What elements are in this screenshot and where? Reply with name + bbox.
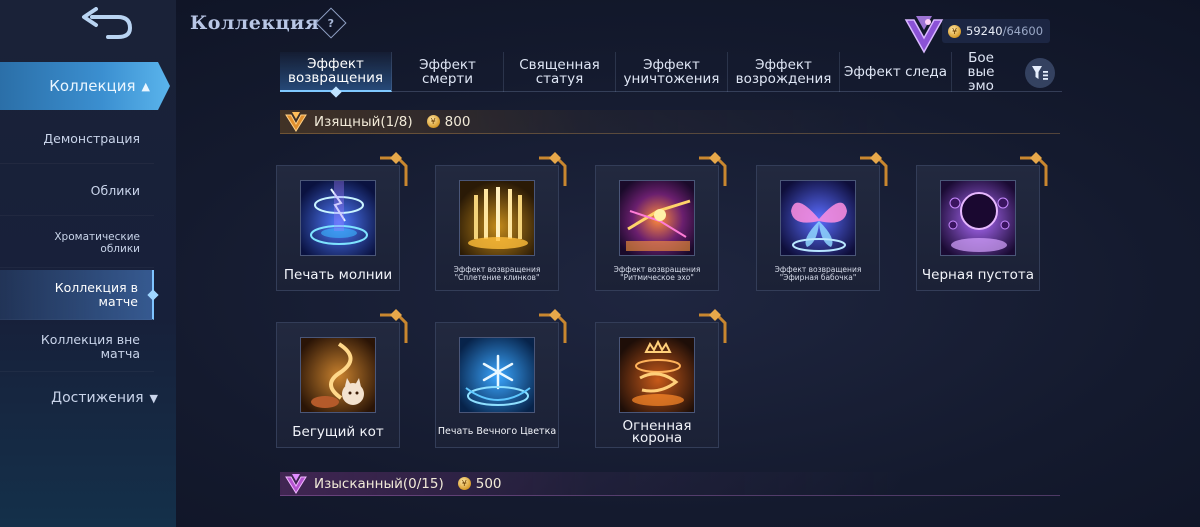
card-label: Эффект возвращения "Ритмическое эхо" (613, 264, 701, 282)
section-price: ¥ 500 (457, 475, 502, 492)
gold-corner-icon (860, 152, 888, 186)
gold-corner-icon (539, 309, 567, 343)
back-button[interactable] (72, 6, 142, 40)
coin-icon: ¥ (457, 477, 471, 490)
sidebar-item-in-match[interactable]: Коллекция в матче (0, 270, 159, 320)
coin-icon: ¥ (426, 115, 440, 128)
tab-label: Эффект смерти (419, 57, 476, 87)
filter-button[interactable] (1025, 58, 1055, 88)
sidebar-section-label: Коллекция (49, 77, 136, 95)
gold-corner-icon (539, 152, 567, 186)
sidebar-item-label: Коллекция вне матча (40, 331, 140, 361)
gold-corner-icon (380, 152, 408, 186)
sidebar-item-label: Коллекция в матче (54, 279, 138, 309)
currency-current: 59240 (966, 24, 1003, 38)
tab-death-effect[interactable]: Эффект смерти (392, 52, 504, 92)
tab-recall-effect[interactable]: Эффект возвращения (280, 52, 392, 92)
tab-label: Эффект следа (843, 64, 948, 80)
tab-respawn-effect[interactable]: Эффект возрождения (728, 52, 840, 92)
sidebar-item-out-match[interactable]: Коллекция вне матча (0, 322, 154, 372)
gold-corner-icon (699, 152, 727, 186)
running-cat-icon (300, 337, 376, 413)
currency-max: /64600 (1002, 24, 1044, 38)
gold-corner-icon (1020, 152, 1048, 186)
fire-crown-icon (619, 337, 695, 413)
effect-card[interactable]: Печать Вечного Цветка (435, 309, 567, 448)
tab-battle-emotes[interactable]: Боевые эмо (952, 52, 1008, 92)
card-label: Эффект возвращения "Сплетение клинков" (453, 264, 541, 282)
tab-label: Эффект возрождения (735, 57, 832, 87)
sidebar: Коллекция ▲ Демонстрация Облики Хроматич… (0, 0, 176, 527)
effect-card[interactable]: Черная пустота (916, 152, 1048, 291)
sidebar-item-chroma-skins[interactable]: Хроматические облики (0, 218, 154, 268)
selected-diamond-icon (147, 289, 159, 301)
purple-rank-icon (285, 473, 307, 494)
question-icon: ? (327, 16, 335, 30)
effect-card[interactable]: Эффект возвращения "Сплетение клинков" (435, 152, 567, 291)
card-label: Бегущий кот (292, 424, 384, 440)
effect-card[interactable]: Печать молнии (276, 152, 408, 291)
butterfly-icon (780, 180, 856, 256)
card-label: Печать молнии (283, 267, 393, 283)
price-value: 500 (475, 475, 502, 492)
sidebar-section-label: Достижения (51, 390, 144, 406)
section-title: Изящный(1/8) (314, 113, 413, 130)
chevron-down-icon: ▼ (149, 391, 158, 405)
sidebar-item-skins[interactable]: Облики (0, 166, 154, 216)
filter-icon (1032, 66, 1048, 80)
black-void-icon (940, 180, 1016, 256)
card-label: Черная пустота (921, 267, 1035, 283)
chevron-up-icon: ▲ (141, 79, 150, 93)
tab-sacred-statue[interactable]: Священная статуя (504, 52, 616, 92)
gold-corner-icon (380, 309, 408, 343)
sidebar-item-label: Демонстрация (43, 130, 140, 146)
section-title: Изысканный(0/15) (314, 475, 444, 492)
blades-icon (459, 180, 535, 256)
sidebar-item-label: Облики (90, 182, 140, 198)
sidebar-item-demo[interactable]: Демонстрация (0, 114, 154, 164)
effect-card[interactable]: Огненная корона (595, 309, 727, 448)
tab-label: Боевые эмо (967, 52, 995, 92)
tab-elimination-effect[interactable]: Эффект уничтожения (616, 52, 728, 92)
section-elegant-header: Изящный(1/8) ¥ 800 (280, 110, 1060, 134)
sidebar-section-collection[interactable]: Коллекция ▲ (0, 62, 170, 110)
tab-bar: Эффект возвращения Эффект смерти Священн… (280, 52, 1062, 92)
page-title: Коллекция (190, 12, 320, 34)
snowflake-seal-icon (459, 337, 535, 413)
tab-label: Эффект возвращения (288, 56, 383, 86)
section-exquisite-header: Изысканный(0/15) ¥ 500 (280, 472, 1060, 496)
tab-trail-effect[interactable]: Эффект следа (840, 52, 952, 92)
tab-label: Эффект уничтожения (623, 57, 720, 87)
section-price: ¥ 800 (426, 113, 471, 130)
currency-display: ¥ 59240/64600 (900, 12, 1052, 54)
back-arrow-icon (82, 7, 133, 39)
tab-label: Священная статуя (519, 57, 600, 87)
card-label: Огненная корона (622, 418, 692, 446)
effect-card[interactable]: Бегущий кот (276, 309, 408, 448)
coin-icon: ¥ (948, 24, 961, 38)
currency-pill: ¥ 59240/64600 (942, 19, 1050, 43)
sidebar-item-label: Хроматические облики (54, 230, 140, 255)
card-label: Эффект возвращения "Эфирная бабочка" (774, 264, 862, 282)
effect-card[interactable]: Эффект возвращения "Ритмическое эхо" (595, 152, 727, 291)
gold-corner-icon (699, 309, 727, 343)
price-value: 800 (444, 113, 471, 130)
effect-card[interactable]: Эффект возвращения "Эфирная бабочка" (756, 152, 888, 291)
gold-rank-icon (285, 111, 307, 132)
rhythm-echo-icon (619, 180, 695, 256)
sidebar-section-achievements[interactable]: Достижения ▼ (0, 380, 162, 416)
card-label: Печать Вечного Цветка (437, 426, 557, 437)
lightning-seal-icon (300, 180, 376, 256)
help-button[interactable]: ? (315, 7, 347, 39)
